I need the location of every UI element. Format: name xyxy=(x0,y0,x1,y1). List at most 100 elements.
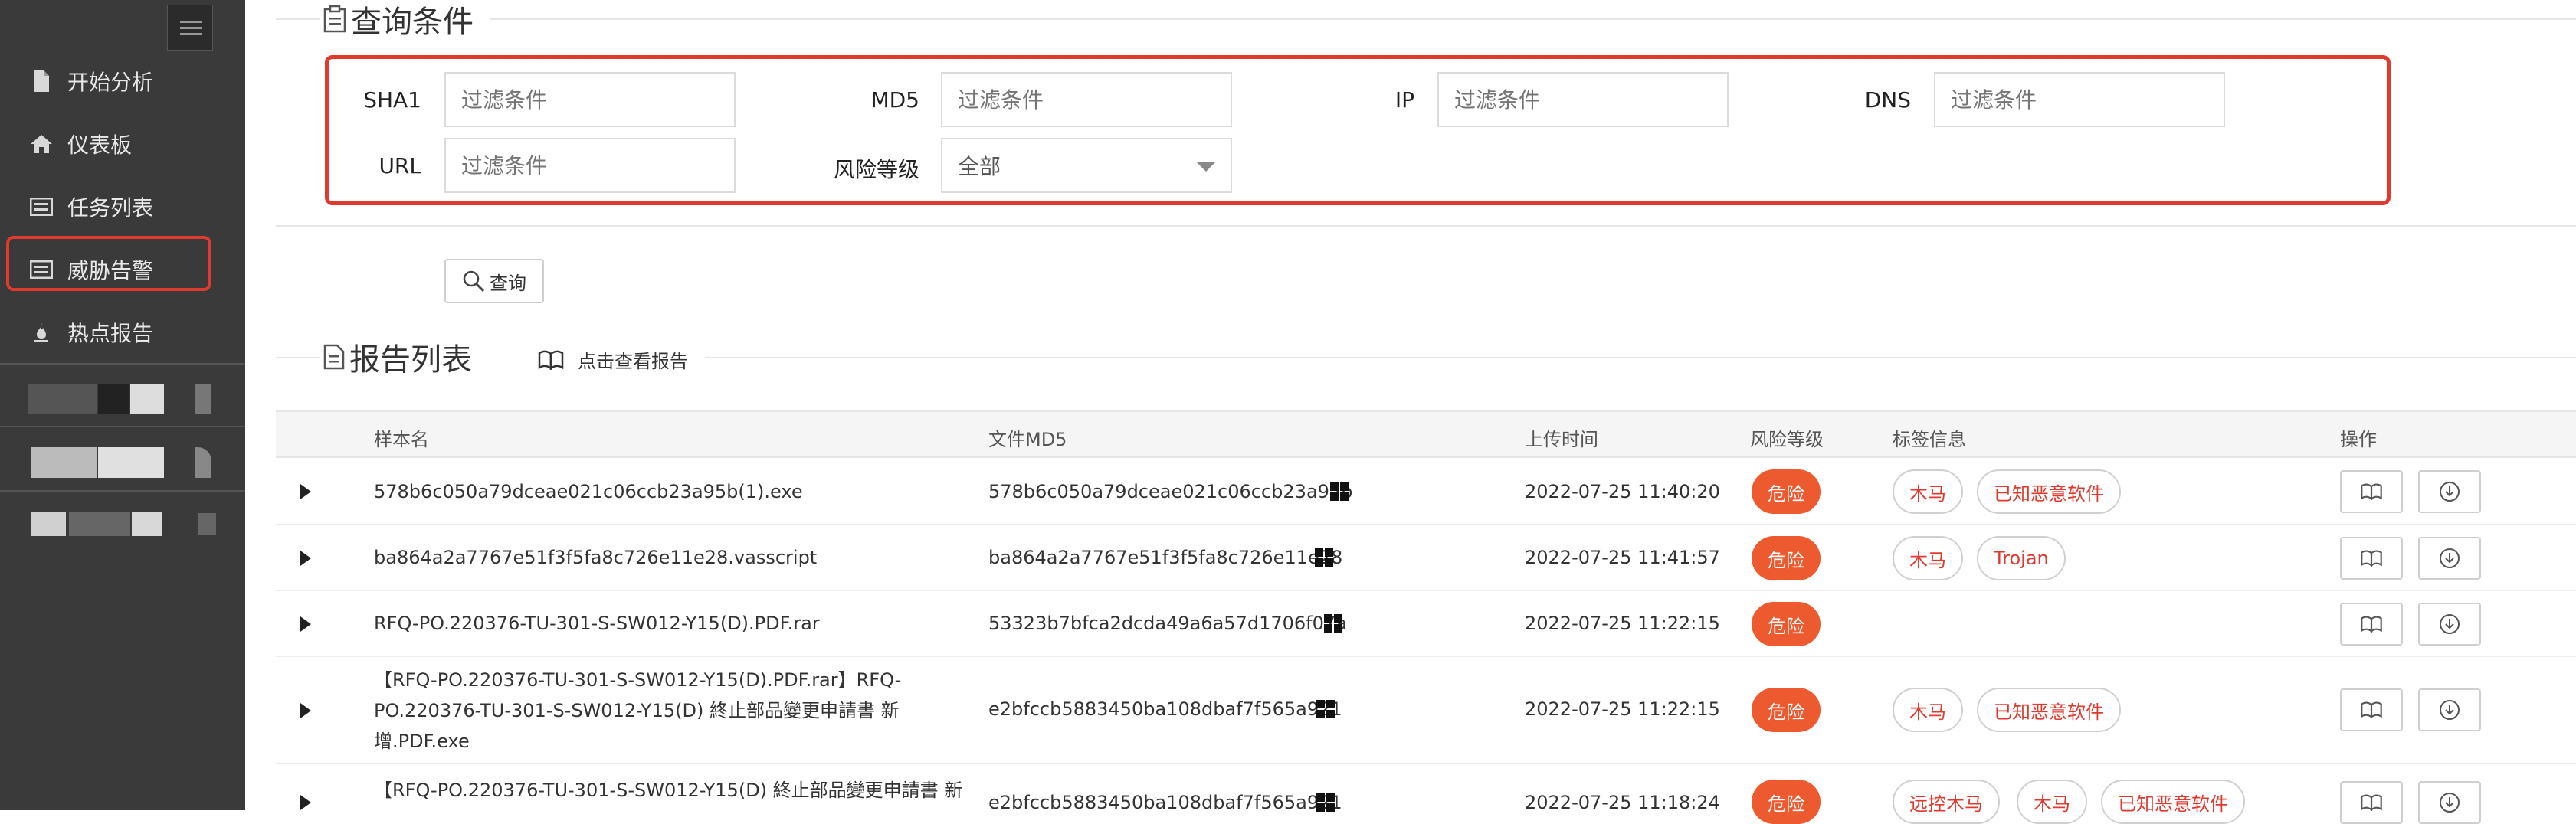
redacted-block xyxy=(198,513,216,535)
view-report-button[interactable] xyxy=(2340,688,2403,731)
redacted-block xyxy=(130,384,164,414)
section-rule xyxy=(276,18,320,20)
sample-name: ba864a2a7767e51f3f5fa8c726e11e28.vasscri… xyxy=(374,547,818,568)
sample-name: RFQ-PO.220376-TU-301-S-SW012-Y15(D).PDF.… xyxy=(374,613,820,634)
document-icon xyxy=(323,344,345,370)
sidebar-item-task-list[interactable]: 任务列表 xyxy=(0,184,245,230)
sidebar-item-hot-reports[interactable]: 热点报告 xyxy=(0,309,245,355)
table-row[interactable]: RFQ-PO.220376-TU-301-S-SW012-Y15(D).PDF.… xyxy=(276,591,2576,657)
sha1-input[interactable] xyxy=(444,72,736,127)
column-header-name: 样本名 xyxy=(374,429,429,450)
search-icon xyxy=(462,270,485,293)
chevron-down-icon xyxy=(1197,162,1215,172)
table-row[interactable]: ba864a2a7767e51f3f5fa8c726e11e28.vasscri… xyxy=(276,525,2576,591)
sidebar-item-label: 任务列表 xyxy=(67,195,154,221)
tag-badge: Trojan xyxy=(1977,536,2066,580)
redacted-block xyxy=(132,512,162,536)
file-md5: ba864a2a7767e51f3f5fa8c726e11e28 xyxy=(988,547,1343,568)
expand-icon[interactable] xyxy=(300,551,311,566)
dns-input[interactable] xyxy=(1934,72,2225,127)
query-section-title: 查询条件 xyxy=(323,0,474,40)
view-report-button[interactable] xyxy=(2340,781,2403,824)
md5-label: MD5 xyxy=(870,87,919,113)
column-header-upload-time: 上传时间 xyxy=(1525,429,1598,450)
section-rule xyxy=(276,357,320,358)
view-report-link[interactable]: 点击查看报告 xyxy=(538,346,688,373)
table-row[interactable]: 【RFQ-PO.220376-TU-301-S-SW012-Y15(D) 終止部… xyxy=(276,764,2576,824)
sidebar-divider xyxy=(0,363,245,365)
book-icon xyxy=(2360,794,2383,811)
sidebar: 开始分析 仪表板 任务列表 威胁告警 热点报告 xyxy=(0,0,245,810)
home-icon xyxy=(26,134,57,154)
download-button[interactable] xyxy=(2418,537,2481,580)
table-row[interactable]: 578b6c050a79dceae021c06ccb23a95b(1).exe … xyxy=(276,458,2576,525)
download-button[interactable] xyxy=(2418,603,2481,646)
redacted-block xyxy=(31,512,66,536)
redacted-block xyxy=(98,384,129,414)
url-label: URL xyxy=(379,153,421,178)
file-md5: e2bfccb5883450ba108dbaf7f565a921 xyxy=(988,698,1342,720)
view-report-button[interactable] xyxy=(2340,603,2403,646)
tag-badge: 木马 xyxy=(1893,469,1963,514)
report-section-title: 报告列表 xyxy=(323,337,472,378)
sidebar-divider xyxy=(0,490,245,492)
redacted-block xyxy=(28,384,97,414)
column-header-operations: 操作 xyxy=(2340,429,2377,450)
flame-icon xyxy=(26,322,57,343)
redacted-block xyxy=(195,447,211,478)
risk-level-value: 全部 xyxy=(958,154,1001,179)
sidebar-item-label: 仪表板 xyxy=(67,132,133,158)
upload-time: 2022-07-25 11:40:20 xyxy=(1525,481,1720,502)
download-button[interactable] xyxy=(2418,688,2481,731)
table-header: 样本名 文件MD5 上传时间 风险等级 标签信息 操作 xyxy=(276,410,2576,458)
sidebar-item-label: 热点报告 xyxy=(67,321,154,346)
ip-input[interactable] xyxy=(1437,72,1729,127)
tag-badge: 已知恶意软件 xyxy=(2101,780,2245,824)
active-item-highlight xyxy=(6,236,211,291)
section-rule xyxy=(276,225,2576,227)
expand-icon[interactable] xyxy=(300,484,311,499)
download-button[interactable] xyxy=(2418,470,2481,513)
tag-badge: 已知恶意软件 xyxy=(1977,688,2121,732)
redacted-block xyxy=(98,447,164,478)
sidebar-item-start-analysis[interactable]: 开始分析 xyxy=(0,58,245,104)
download-icon xyxy=(2439,613,2460,635)
column-header-risk: 风险等级 xyxy=(1750,429,1824,450)
risk-badge: 危险 xyxy=(1752,780,1821,824)
sidebar-toggle-button[interactable] xyxy=(167,5,213,51)
book-icon xyxy=(2360,483,2383,500)
windows-icon xyxy=(1316,700,1335,718)
ip-label: IP xyxy=(1395,87,1414,113)
query-button[interactable]: 查询 xyxy=(444,259,544,303)
download-icon xyxy=(2439,481,2460,502)
tag-badge: 木马 xyxy=(1893,688,1963,732)
section-rule xyxy=(490,18,2576,20)
md5-input[interactable] xyxy=(941,72,1232,127)
view-report-button[interactable] xyxy=(2340,537,2403,580)
view-report-button[interactable] xyxy=(2340,470,2403,513)
column-header-md5: 文件MD5 xyxy=(988,429,1067,450)
sidebar-item-dashboard[interactable]: 仪表板 xyxy=(0,121,245,167)
tag-badge: 已知恶意软件 xyxy=(1977,469,2121,514)
url-input[interactable] xyxy=(444,138,736,193)
book-icon xyxy=(2360,616,2383,633)
upload-time: 2022-07-25 11:22:15 xyxy=(1525,698,1720,720)
expand-icon[interactable] xyxy=(300,795,311,810)
risk-badge: 危险 xyxy=(1752,469,1821,514)
download-icon xyxy=(2439,699,2460,721)
expand-icon[interactable] xyxy=(300,703,311,718)
download-button[interactable] xyxy=(2418,781,2481,824)
book-icon xyxy=(2360,701,2383,718)
book-icon xyxy=(538,350,564,370)
column-header-tags: 标签信息 xyxy=(1893,429,1966,450)
table-row[interactable]: 【RFQ-PO.220376-TU-301-S-SW012-Y15(D).PDF… xyxy=(276,657,2576,764)
sidebar-item-label: 开始分析 xyxy=(67,70,154,95)
file-icon xyxy=(26,70,57,92)
risk-level-select[interactable]: 全部 xyxy=(941,138,1232,193)
risk-badge: 危险 xyxy=(1752,602,1821,646)
download-icon xyxy=(2439,548,2460,569)
list-icon xyxy=(26,198,57,216)
redacted-block xyxy=(69,512,130,536)
expand-icon[interactable] xyxy=(300,616,311,632)
upload-time: 2022-07-25 11:22:15 xyxy=(1525,613,1720,634)
